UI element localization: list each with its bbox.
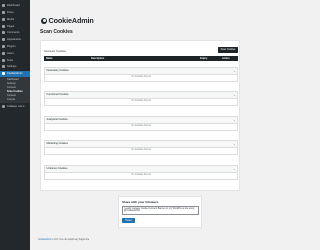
- media-icon: [2, 17, 5, 21]
- sidebar-item-appearance[interactable]: Appearance: [0, 37, 30, 43]
- sidebar-item-settings[interactable]: Settings: [0, 64, 30, 70]
- column-header-expiry: Expiry: [200, 57, 208, 60]
- column-header-name: Name: [46, 57, 53, 60]
- user-icon: [2, 51, 5, 55]
- analytical-cookies-group: Analytical Cookies ⌄ No Cookies Found: [44, 116, 238, 131]
- sidebar-item-label: Appearance: [7, 38, 21, 42]
- functional-cookies-group: Functional Cookies ⌄ No Cookies Found: [44, 91, 238, 106]
- table-header: Name Description Expiry Action: [44, 56, 238, 61]
- group-title: Necessary Cookies: [46, 69, 69, 72]
- collapse-icon: [2, 105, 5, 109]
- necessary-cookies-group: Necessary Cookies ⌄ No Cookies Found: [44, 67, 238, 82]
- sidebar-item-label: Comments: [7, 31, 20, 35]
- submenu-item-license[interactable]: License: [0, 98, 30, 102]
- sidebar-item-plugins[interactable]: Plugins: [0, 44, 30, 50]
- admin-sidebar: Dashboard Posts Media Pages Comments App…: [0, 0, 30, 250]
- page-icon: [2, 24, 5, 28]
- group-title: Analytical Cookies: [46, 118, 68, 121]
- sidebar-item-tools[interactable]: Tools: [0, 57, 30, 63]
- sidebar-item-pages[interactable]: Pages: [0, 23, 30, 29]
- group-title: Functional Cookies: [46, 93, 69, 96]
- sidebar-item-users[interactable]: Users: [0, 50, 30, 56]
- share-title: Share with your followers: [122, 200, 159, 204]
- main-content: CookieAdmin Scan Cookies Scanned Cookies…: [30, 0, 250, 250]
- sidebar-item-label: Pages: [7, 24, 15, 28]
- wrench-icon: [2, 58, 5, 62]
- empty-message: No Cookies Found: [131, 76, 151, 78]
- sidebar-item-media[interactable]: Media: [0, 16, 30, 22]
- sidebar-item-comments[interactable]: Comments: [0, 30, 30, 36]
- scan-cookies-card: Scanned Cookies Scan Cookies Name Descri…: [40, 40, 240, 191]
- sidebar-item-dashboard[interactable]: Dashboard: [0, 3, 30, 9]
- empty-message: No Cookies Found: [131, 100, 151, 102]
- brush-icon: [2, 38, 5, 42]
- comment-icon: [2, 31, 5, 35]
- chevron-down-icon[interactable]: ⌄: [233, 68, 235, 74]
- brand: CookieAdmin: [41, 16, 94, 25]
- sidebar-item-label: Plugins: [7, 45, 16, 49]
- cookie-logo-icon: [41, 17, 47, 24]
- marketing-cookies-group: Marketing Cookies ⌄ No Cookies Found: [44, 140, 238, 155]
- brand-name: CookieAdmin: [48, 16, 94, 25]
- footer: CookieAdmin v1.0.1 You can report any bu…: [38, 239, 89, 241]
- footer-link[interactable]: CookieAdmin: [38, 239, 52, 241]
- sidebar-item-label: Media: [7, 17, 15, 21]
- empty-message: No Cookies Found: [131, 125, 151, 127]
- group-header[interactable]: Functional Cookies ⌄: [45, 92, 237, 99]
- sidebar-item-label: Posts: [7, 11, 14, 15]
- share-box: Share with your followers I easily manag…: [118, 196, 202, 228]
- column-header-action: Action: [222, 57, 230, 60]
- plugin-icon: [2, 45, 5, 49]
- tweet-button[interactable]: Tweet: [122, 218, 135, 223]
- page-title: Scan Cookies: [40, 29, 73, 35]
- sidebar-item-label: CookieAdmin: [7, 72, 23, 76]
- group-header[interactable]: Necessary Cookies ⌄: [45, 68, 237, 75]
- group-header[interactable]: Analytical Cookies ⌄: [45, 117, 237, 124]
- scanned-cookies-label: Scanned Cookies: [44, 49, 66, 53]
- empty-message: No Cookies Found: [131, 174, 151, 176]
- chevron-down-icon[interactable]: ⌄: [233, 166, 235, 172]
- dashboard-icon: [2, 4, 5, 8]
- unknown-cookies-group: Unknown Cookies ⌄ No Cookies Found: [44, 165, 238, 180]
- chevron-down-icon[interactable]: ⌄: [233, 92, 235, 98]
- share-textarea[interactable]: I easily manage Cookie Consent Banner on…: [122, 206, 199, 215]
- group-header[interactable]: Unknown Cookies ⌄: [45, 166, 237, 173]
- column-header-description: Description: [91, 57, 105, 60]
- sidebar-item-posts[interactable]: Posts: [0, 10, 30, 16]
- settings-icon: [2, 65, 5, 69]
- pin-icon: [2, 11, 5, 15]
- sidebar-item-label: Settings: [7, 65, 17, 69]
- group-title: Marketing Cookies: [46, 142, 68, 145]
- sidebar-item-label: Tools: [7, 58, 14, 62]
- sidebar-item-label: Users: [7, 51, 14, 55]
- cookie-icon: [2, 72, 5, 76]
- footer-text: v1.0.1 You can report any bugs here: [51, 239, 90, 241]
- group-header[interactable]: Marketing Cookies ⌄: [45, 141, 237, 148]
- sidebar-item-label: Dashboard: [7, 4, 20, 8]
- empty-message: No Cookies Found: [131, 149, 151, 151]
- cookieadmin-submenu: Dashboard Settings Consent Scan Cookies …: [0, 76, 30, 103]
- chevron-down-icon[interactable]: ⌄: [233, 141, 235, 147]
- group-title: Unknown Cookies: [46, 167, 68, 170]
- collapse-menu-label: Collapse menu: [7, 105, 25, 109]
- chevron-down-icon[interactable]: ⌄: [233, 117, 235, 123]
- scan-cookies-button[interactable]: Scan Cookies: [218, 47, 238, 53]
- collapse-menu-button[interactable]: Collapse menu: [0, 104, 30, 110]
